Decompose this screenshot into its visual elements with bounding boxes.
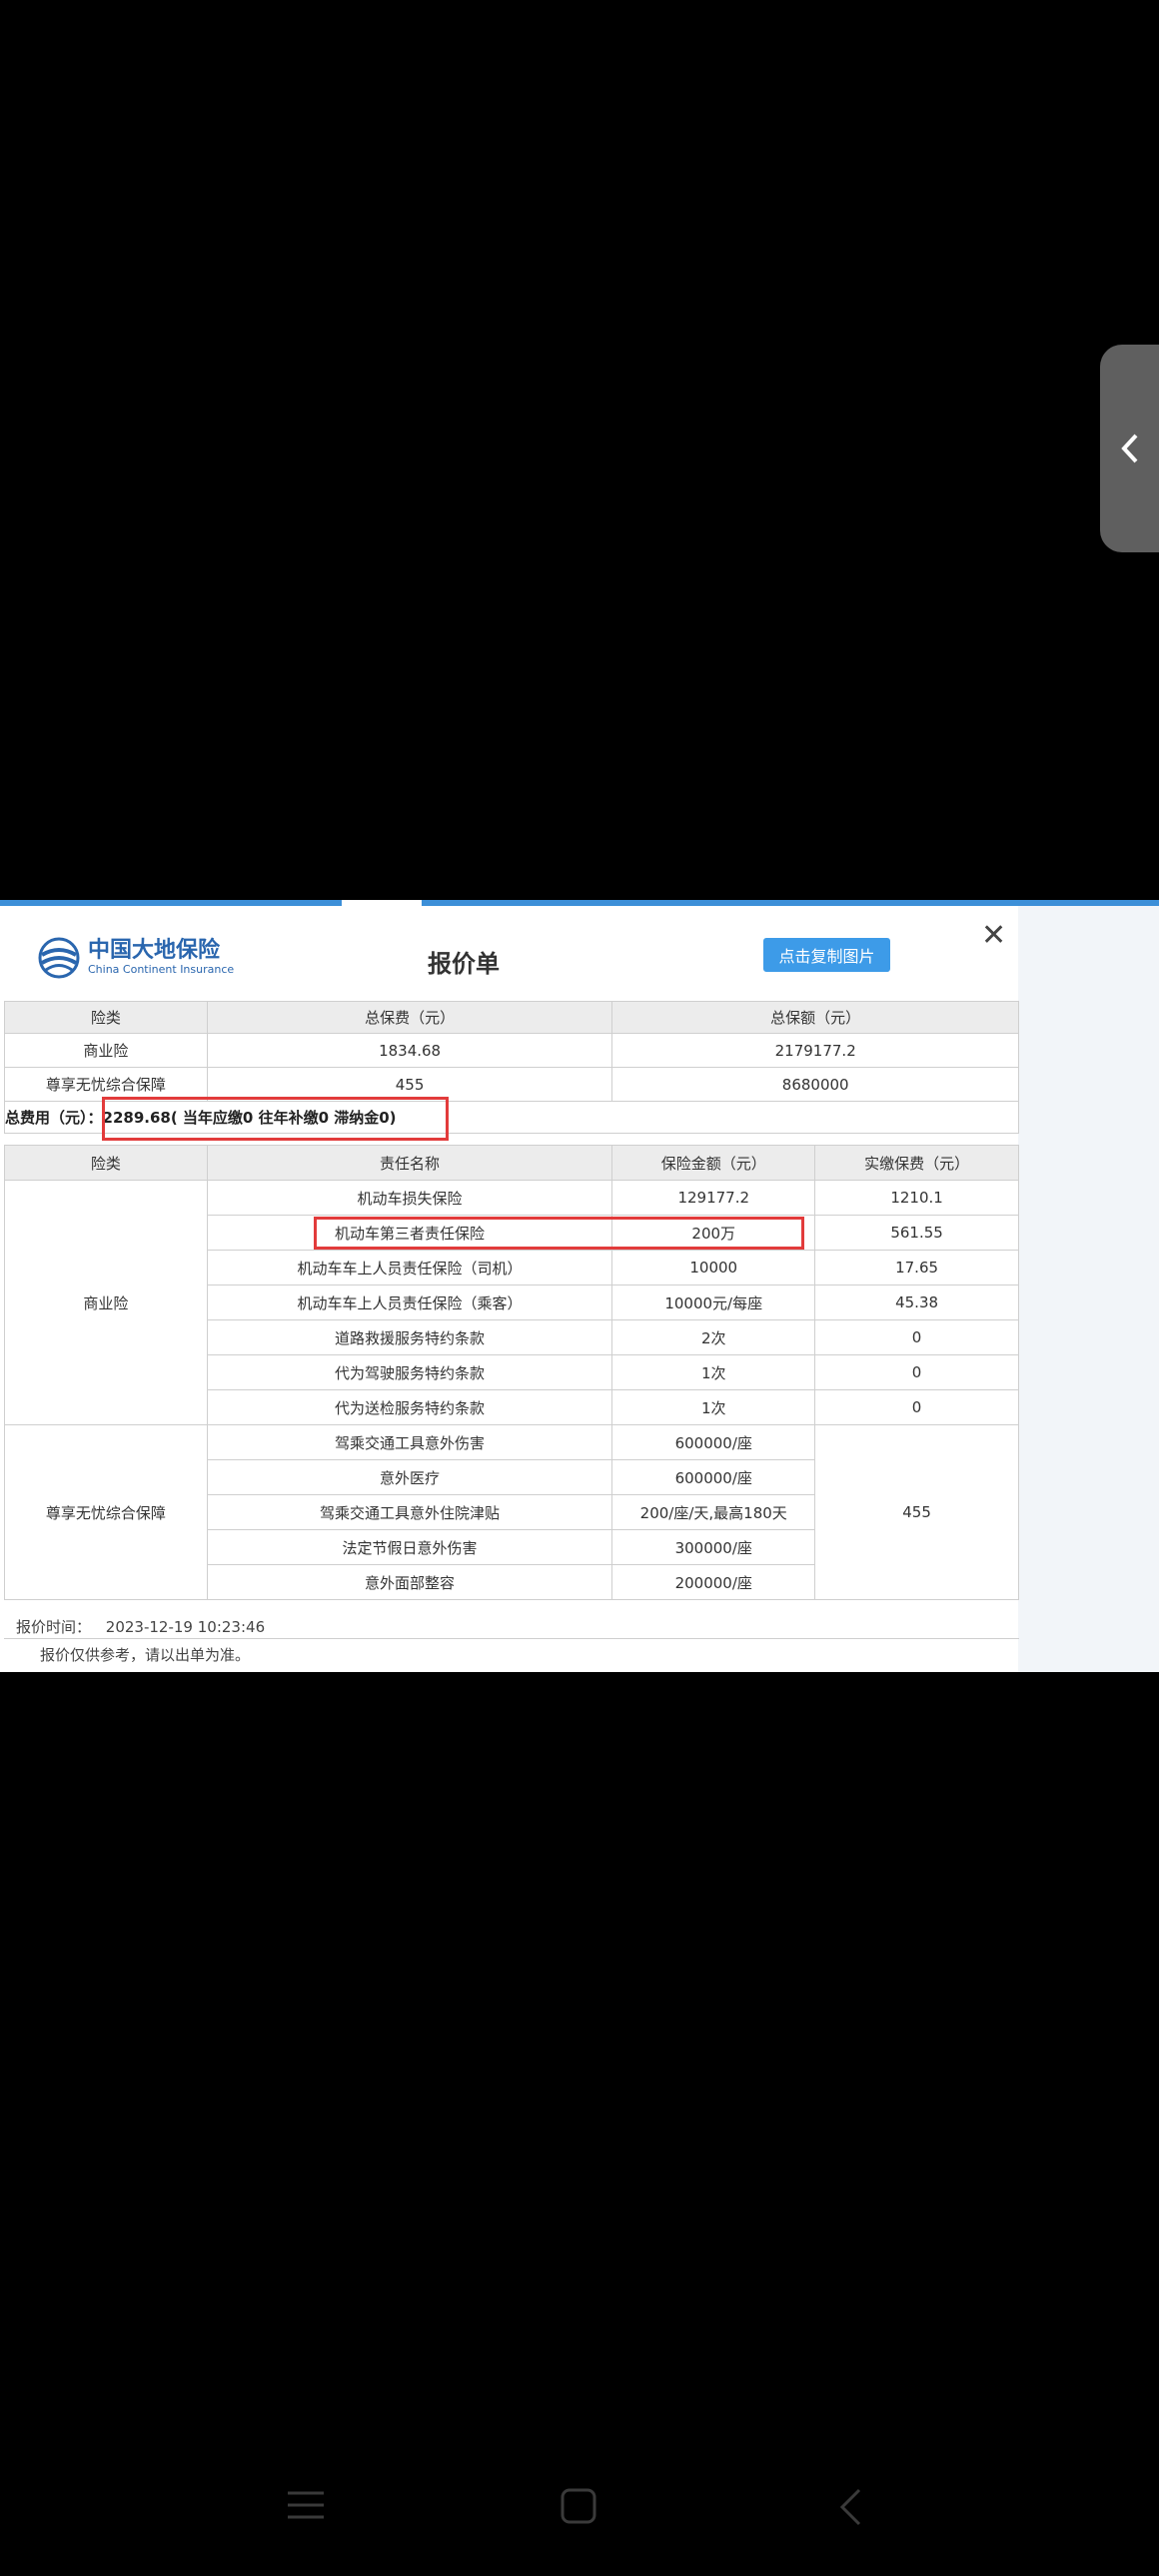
menu-icon[interactable] xyxy=(286,2487,326,2523)
highlight-box-third-party xyxy=(314,1217,804,1250)
coverage-amount: 129177.2 xyxy=(611,1180,816,1216)
table-cell: 2179177.2 xyxy=(611,1033,1019,1068)
logo-icon xyxy=(38,937,80,979)
coverage-name: 代为驾驶服务特约条款 xyxy=(206,1354,613,1390)
coverage-name: 法定节假日意外伤害 xyxy=(206,1529,613,1565)
summary-table: 险类 总保费（元） 总保额（元） 商业险 1834.68 2179177.2 尊… xyxy=(4,1001,1019,1102)
detail-header-row: 险类 责任名称 保险金额（元） 实缴保费（元） xyxy=(4,1145,1019,1181)
coverage-amount: 1次 xyxy=(611,1389,816,1425)
panel-top-notch xyxy=(342,900,422,906)
coverage-name: 意外面部整容 xyxy=(206,1564,613,1600)
coverage-name: 机动车车上人员责任保险（司机） xyxy=(206,1250,613,1286)
category-cell: 商业险 xyxy=(4,1180,208,1425)
close-icon[interactable]: ✕ xyxy=(981,920,1006,952)
coverage-name: 意外医疗 xyxy=(206,1459,613,1495)
coverage-name: 代为送检服务特约条款 xyxy=(206,1389,613,1425)
table-cell: 商业险 xyxy=(4,1033,208,1068)
coverage-premium: 561.55 xyxy=(814,1215,1019,1251)
column-header: 责任名称 xyxy=(206,1145,613,1181)
chevron-left-icon xyxy=(1120,433,1137,463)
coverage-amount: 200/座/天,最高180天 xyxy=(611,1494,816,1530)
divider xyxy=(4,1638,1019,1639)
table-row: 商业险 1834.68 2179177.2 xyxy=(4,1033,1019,1068)
table-row: 尊享无忧综合保障 驾乘交通工具意外伤害 600000/座 455 xyxy=(4,1424,1019,1600)
coverage-premium: 45.38 xyxy=(814,1285,1019,1320)
page-title: 报价单 xyxy=(428,950,500,978)
home-icon[interactable] xyxy=(560,2487,597,2525)
total-label: 总费用（元）： xyxy=(5,1109,103,1127)
coverage-name: 机动车车上人员责任保险（乘客） xyxy=(206,1285,613,1320)
coverage-amount: 300000/座 xyxy=(611,1529,816,1565)
coverage-amount: 1次 xyxy=(611,1354,816,1390)
company-logo: 中国大地保险 China Continent Insurance xyxy=(38,937,234,979)
table-row: 商业险 机动车损失保险 129177.2 1210.1 xyxy=(4,1180,1019,1425)
coverage-amount: 10000 xyxy=(611,1250,816,1286)
coverage-amount: 600000/座 xyxy=(611,1459,816,1495)
coverage-premium: 0 xyxy=(814,1354,1019,1390)
coverage-name: 驾乘交通工具意外住院津贴 xyxy=(206,1494,613,1530)
coverage-premium: 0 xyxy=(814,1319,1019,1355)
coverage-premium: 1210.1 xyxy=(814,1180,1019,1216)
coverage-premium: 17.65 xyxy=(814,1250,1019,1286)
table-cell: 1834.68 xyxy=(206,1033,613,1068)
column-header: 险类 xyxy=(4,1145,208,1181)
coverage-amount: 2次 xyxy=(611,1319,816,1355)
quote-time-label: 报价时间： xyxy=(16,1618,92,1636)
detail-table: 险类 责任名称 保险金额（元） 实缴保费（元） 商业险 机动车损失保险 1291… xyxy=(4,1145,1019,1600)
panel-top-border xyxy=(0,900,1159,906)
column-header: 实缴保费（元） xyxy=(814,1145,1019,1181)
panel-right-margin xyxy=(1018,906,1159,1672)
back-icon[interactable] xyxy=(837,2487,863,2527)
column-header: 保险金额（元） xyxy=(611,1145,816,1181)
column-header: 总保费（元） xyxy=(206,1001,613,1034)
coverage-premium: 455 xyxy=(814,1424,1019,1600)
system-nav-bar xyxy=(0,2477,1159,2537)
copy-image-button[interactable]: 点击复制图片 xyxy=(763,938,890,972)
logo-name-en: China Continent Insurance xyxy=(88,963,235,976)
quote-time: 报价时间： 2023-12-19 10:23:46 xyxy=(16,1616,265,1637)
column-header: 险类 xyxy=(4,1001,208,1034)
coverage-name: 道路救援服务特约条款 xyxy=(206,1319,613,1355)
logo-name: 中国大地保险 xyxy=(88,938,221,963)
summary-header-row: 险类 总保费（元） 总保额（元） xyxy=(4,1001,1019,1034)
coverage-amount: 10000元/每座 xyxy=(611,1285,816,1320)
highlight-box-total xyxy=(102,1097,449,1141)
category-cell: 尊享无忧综合保障 xyxy=(4,1424,208,1600)
side-drawer-handle[interactable] xyxy=(1100,345,1159,552)
column-header: 总保额（元） xyxy=(611,1001,1019,1034)
table-cell: 8680000 xyxy=(611,1067,1019,1102)
coverage-amount: 600000/座 xyxy=(611,1424,816,1460)
quote-time-value: 2023-12-19 10:23:46 xyxy=(105,1618,266,1636)
quote-panel: 中国大地保险 China Continent Insurance 报价单 点击复… xyxy=(0,900,1159,1672)
coverage-name: 驾乘交通工具意外伤害 xyxy=(206,1424,613,1460)
coverage-name: 机动车损失保险 xyxy=(206,1180,613,1216)
disclaimer-note: 报价仅供参考，请以出单为准。 xyxy=(40,1646,251,1664)
coverage-premium: 0 xyxy=(814,1389,1019,1425)
coverage-amount: 200000/座 xyxy=(611,1564,816,1600)
